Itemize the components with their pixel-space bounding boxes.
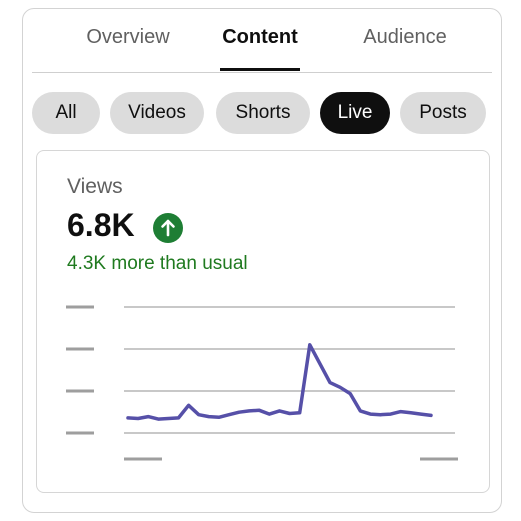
y-tick-placeholders: [66, 305, 94, 435]
views-series-line: [126, 343, 433, 421]
views-line-chart: [66, 305, 458, 461]
